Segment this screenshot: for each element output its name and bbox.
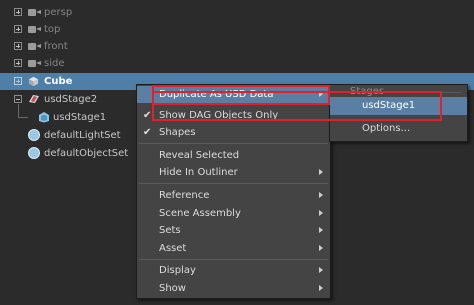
menu-item-label: Show DAG Objects Only (159, 110, 279, 121)
menu-item-label: Asset (159, 243, 187, 254)
expand-icon[interactable] (14, 25, 22, 33)
menu-item-label: Scene Assembly (159, 208, 241, 219)
menu-item-asset[interactable]: Asset (137, 240, 330, 257)
set-icon (28, 129, 40, 141)
camera-icon (28, 43, 41, 50)
menu-item-label: Sets (159, 225, 181, 236)
submenu-section-divider (387, 92, 461, 93)
menu-item-reveal-selected[interactable]: Reveal Selected (137, 147, 330, 164)
outliner-item-top[interactable]: top (0, 21, 474, 38)
menu-item-reference[interactable]: Reference (137, 187, 330, 204)
outliner-item-label: top (44, 24, 61, 35)
menu-item-label: Reveal Selected (159, 150, 240, 161)
submenu-item-options[interactable]: Options... (330, 120, 467, 138)
menu-separator (139, 143, 328, 144)
menu-item-show[interactable]: Show (137, 280, 330, 297)
outliner-item-persp[interactable]: persp (0, 4, 474, 21)
mesh-icon (28, 76, 39, 87)
outliner-item-label: persp (44, 7, 73, 18)
camera-icon (28, 9, 41, 16)
menu-item-hide-in-outliner[interactable]: Hide In Outliner (137, 164, 330, 181)
menu-item-label: Display (159, 265, 196, 276)
checkmark-icon: ✔ (143, 110, 152, 121)
menu-item-label: Hide In Outliner (159, 167, 238, 178)
outliner-item-label: defaultLightSet (44, 130, 121, 141)
expand-icon[interactable] (14, 77, 22, 85)
submenu-arrow-icon (319, 285, 323, 291)
submenu-arrow-icon (319, 169, 323, 175)
camera-icon (28, 26, 41, 33)
submenu-arrow-icon (319, 267, 323, 273)
expand-icon[interactable] (14, 59, 22, 67)
submenu-arrow-icon (319, 245, 323, 251)
outliner-item-label: defaultObjectSet (44, 148, 129, 159)
camera-icon (28, 60, 41, 67)
menu-item-display[interactable]: Display (137, 262, 330, 279)
outliner-item-label: usdStage1 (53, 112, 107, 123)
menu-separator (139, 183, 328, 184)
usd-shape-icon (39, 112, 49, 123)
menu-item-label: Show (159, 283, 186, 294)
outliner-item-label: usdStage2 (44, 94, 98, 105)
outliner-item-label: side (44, 58, 65, 69)
submenu-arrow-icon (319, 227, 323, 233)
outliner-item-label: Cube (44, 76, 73, 87)
submenu-arrow-icon (319, 91, 323, 97)
submenu-arrow-icon (319, 210, 323, 216)
menu-item-duplicate-as-usd-data[interactable]: Duplicate As USD Data (137, 86, 330, 103)
menu-item-shapes[interactable]: ✔ Shapes (137, 124, 330, 141)
outliner-item-side[interactable]: side (0, 55, 474, 72)
menu-item-label: Duplicate As USD Data (159, 89, 274, 100)
collapse-icon[interactable] (14, 95, 22, 103)
set-icon (28, 147, 40, 159)
outliner-context-menu: Duplicate As USD Data ✔ Show DAG Objects… (136, 84, 331, 299)
expand-icon[interactable] (14, 42, 22, 50)
expand-icon[interactable] (14, 8, 22, 16)
menu-item-label: Reference (159, 190, 210, 201)
submenu-item-usdstage1[interactable]: usdStage1 (330, 97, 467, 115)
duplicate-as-usd-submenu: Stages usdStage1 Options... (329, 84, 468, 142)
outliner-item-label: front (44, 41, 68, 52)
checkmark-icon: ✔ (143, 127, 152, 138)
menu-item-sets[interactable]: Sets (137, 222, 330, 239)
submenu-arrow-icon (319, 192, 323, 198)
submenu-item-label: Options... (362, 123, 411, 134)
outliner-item-front[interactable]: front (0, 38, 474, 55)
menu-item-label: Shapes (159, 127, 196, 138)
menu-item-scene-assembly[interactable]: Scene Assembly (137, 205, 330, 222)
submenu-item-label: usdStage1 (362, 100, 416, 111)
menu-item-show-dag-objects-only[interactable]: ✔ Show DAG Objects Only (137, 107, 330, 124)
usd-stage-icon (29, 95, 39, 103)
menu-separator (139, 259, 328, 260)
